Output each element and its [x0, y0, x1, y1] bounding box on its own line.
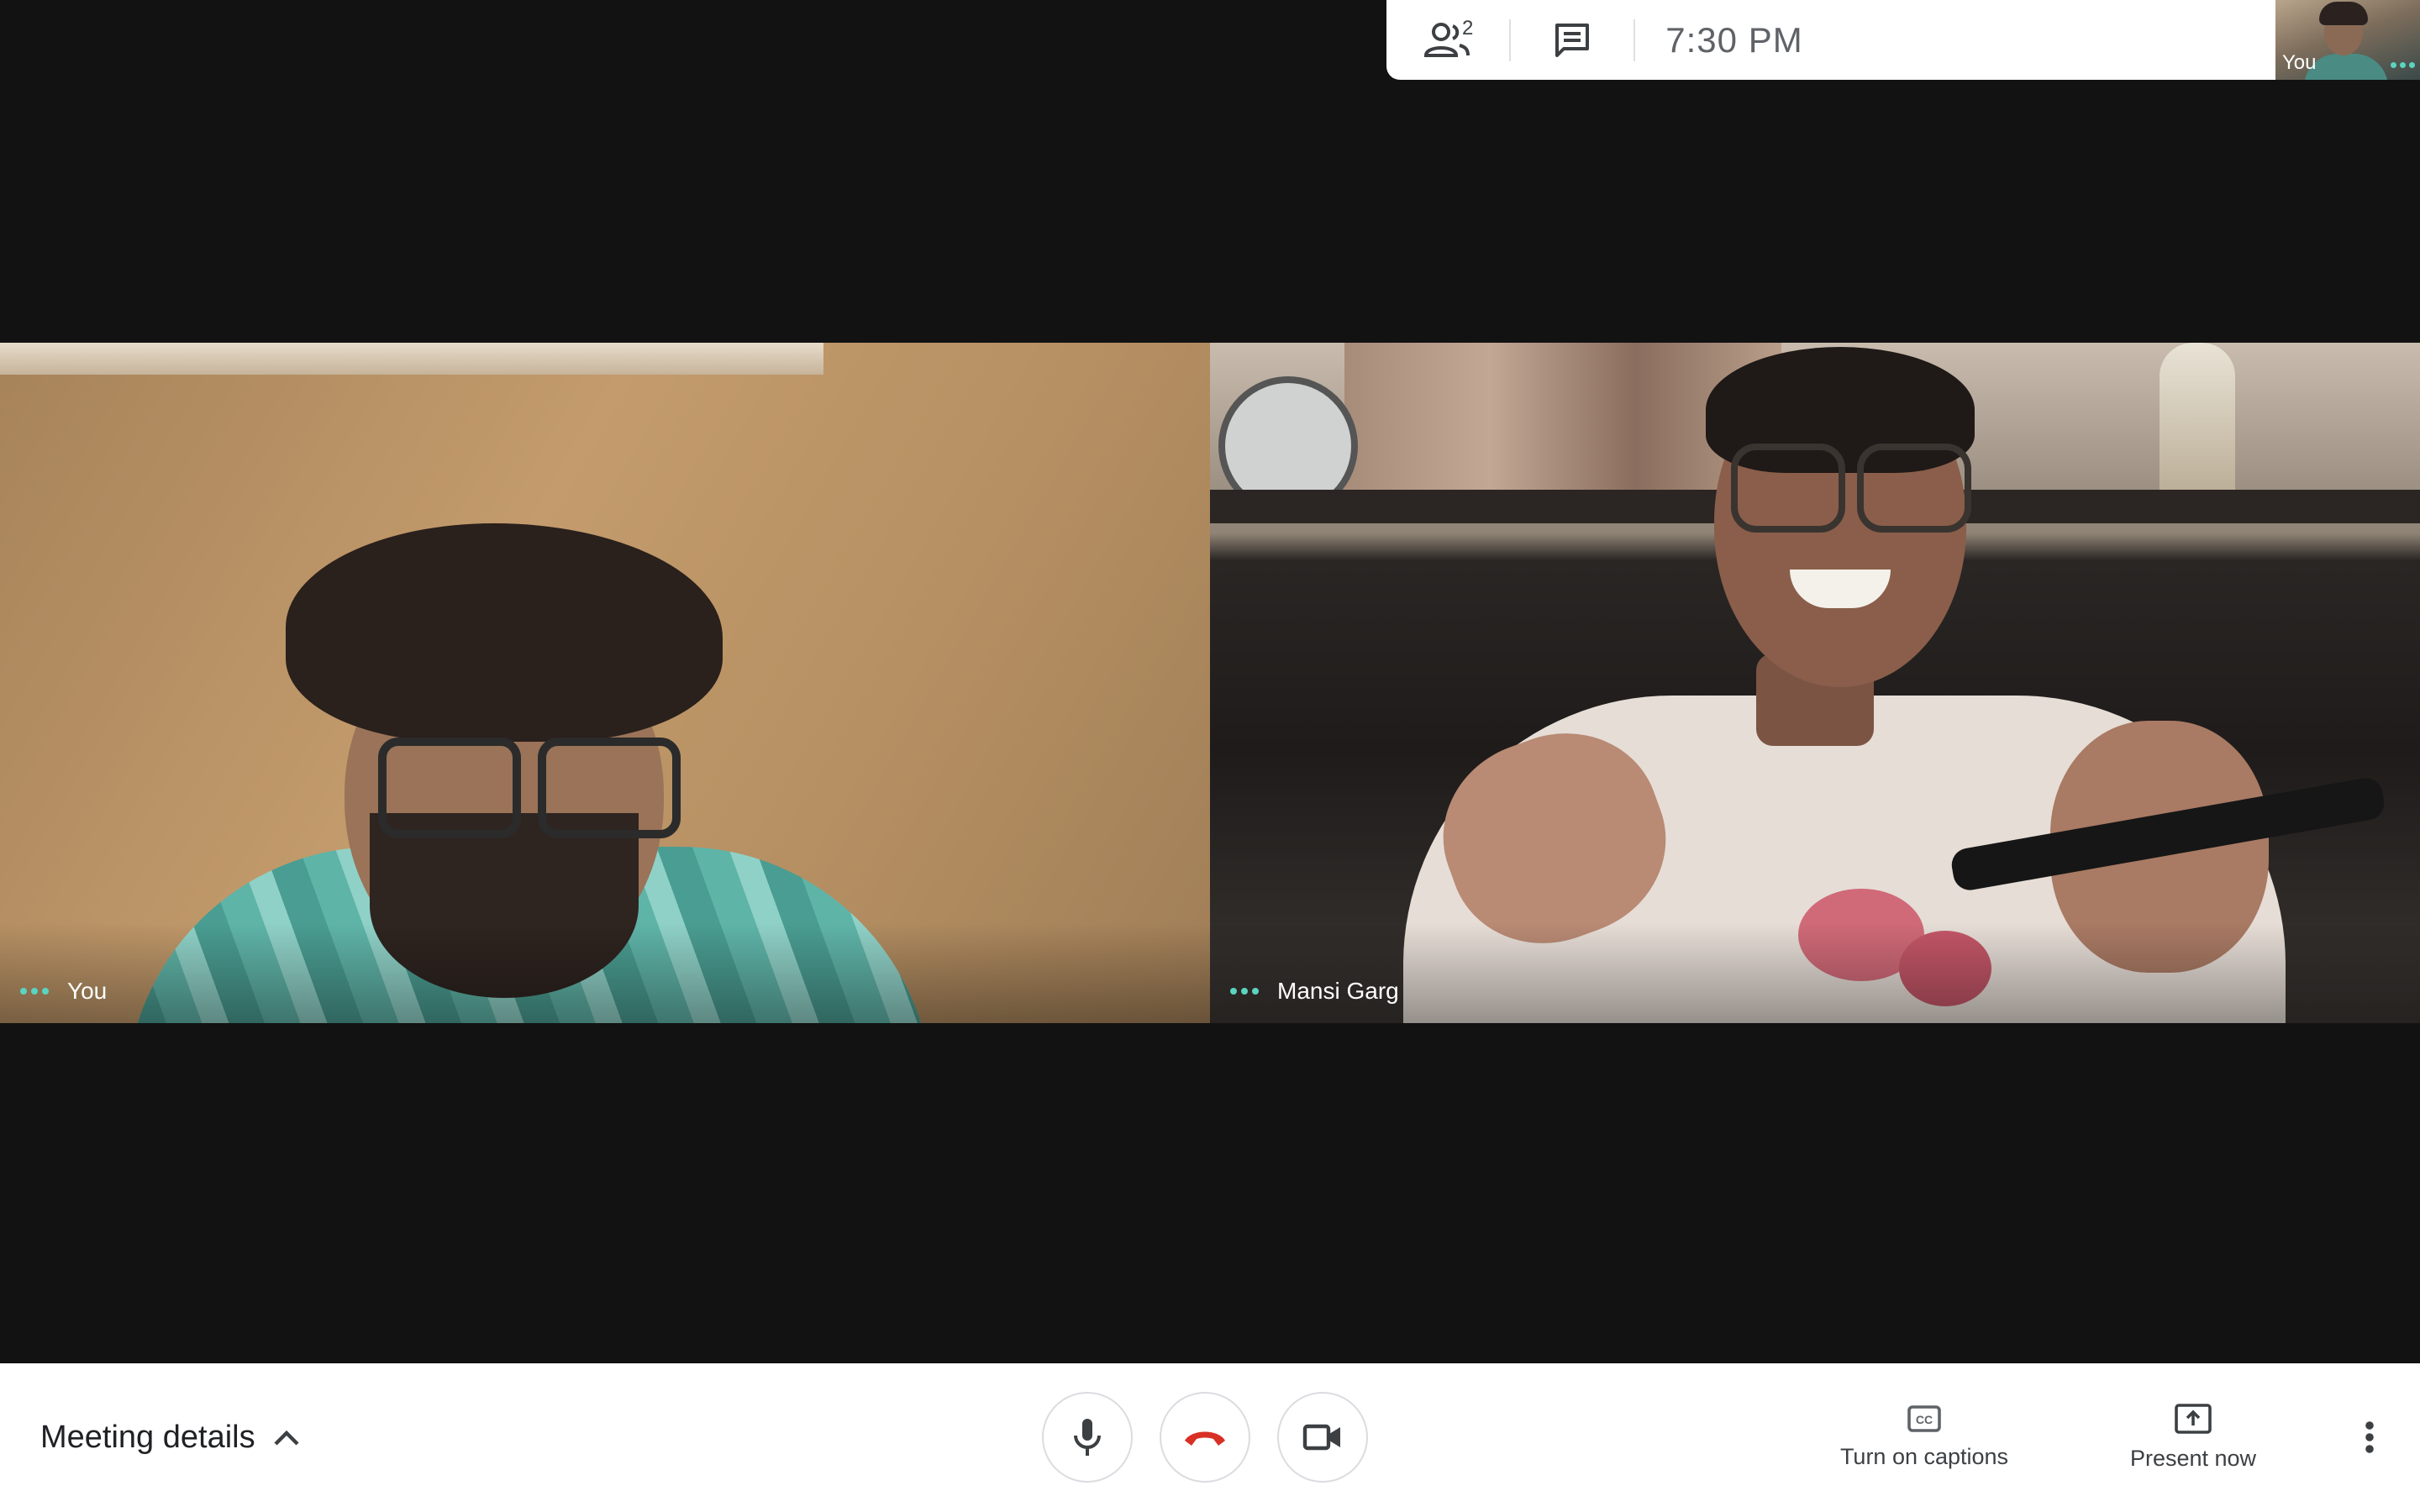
hang-up-icon [1185, 1431, 1225, 1446]
participants-button[interactable]: 2 [1386, 0, 1509, 80]
svg-text:CC: CC [1916, 1413, 1933, 1426]
participant-name: You [67, 978, 108, 1004]
hang-up-button[interactable] [1160, 1392, 1250, 1483]
tile-name-label: You [20, 978, 107, 1005]
video-tile-you[interactable]: You [0, 343, 1210, 1023]
chat-icon [1555, 23, 1589, 57]
more-dots-icon [2391, 62, 2415, 68]
microphone-icon [1074, 1419, 1101, 1456]
camera-button[interactable] [1277, 1392, 1368, 1483]
speaking-indicator-icon [20, 988, 49, 995]
tile-shade [1210, 922, 2420, 1023]
background-trophy [2160, 343, 2235, 502]
participant-glasses-left [378, 738, 521, 838]
more-vert-icon [2365, 1421, 2374, 1453]
participants-count: 2 [1462, 17, 1474, 39]
video-tile-mansi-garg[interactable]: Mansi Garg [1210, 343, 2420, 1023]
call-controls [1042, 1392, 1368, 1483]
participant-glasses-right [538, 738, 681, 838]
bottom-control-bar: Meeting details CC Turn on captions Pres… [0, 1363, 2420, 1512]
participant-name: Mansi Garg [1277, 978, 1399, 1004]
window-ledge [0, 343, 823, 375]
present-now-button[interactable]: Present now [2101, 1363, 2286, 1512]
captions-icon: CC [1907, 1405, 1941, 1432]
meeting-details-button[interactable]: Meeting details [40, 1363, 301, 1512]
tile-name-label: Mansi Garg [1230, 978, 1399, 1005]
participant-glasses-right [1857, 444, 1971, 533]
thumb-figure-body [2304, 54, 2388, 80]
present-label: Present now [2129, 1446, 2257, 1471]
participant-hair [286, 523, 723, 742]
camera-icon [1302, 1424, 1340, 1451]
thumb-figure-hair [2319, 2, 2368, 25]
meeting-details-label: Meeting details [40, 1420, 255, 1455]
present-icon [2175, 1404, 2212, 1434]
self-thumbnail-label: You [2282, 51, 2317, 74]
microphone-button[interactable] [1042, 1392, 1133, 1483]
tile-shade [0, 922, 1210, 1023]
participant-glasses-left [1731, 444, 1845, 533]
video-stage: 2 7:30 PM You You Mansi Garg [0, 0, 2420, 1363]
speaking-indicator-icon [1230, 988, 1259, 995]
chevron-up-icon [274, 1430, 299, 1446]
clock-time: 7:30 PM [1665, 19, 1803, 60]
turn-on-captions-button[interactable]: CC Turn on captions [1815, 1363, 2033, 1512]
top-info-bar: 2 7:30 PM [1386, 0, 2420, 80]
captions-label: Turn on captions [1839, 1444, 2009, 1469]
chat-button[interactable] [1511, 0, 1634, 80]
self-view-thumbnail[interactable]: You [2275, 0, 2420, 80]
more-options-button[interactable] [2344, 1404, 2395, 1471]
